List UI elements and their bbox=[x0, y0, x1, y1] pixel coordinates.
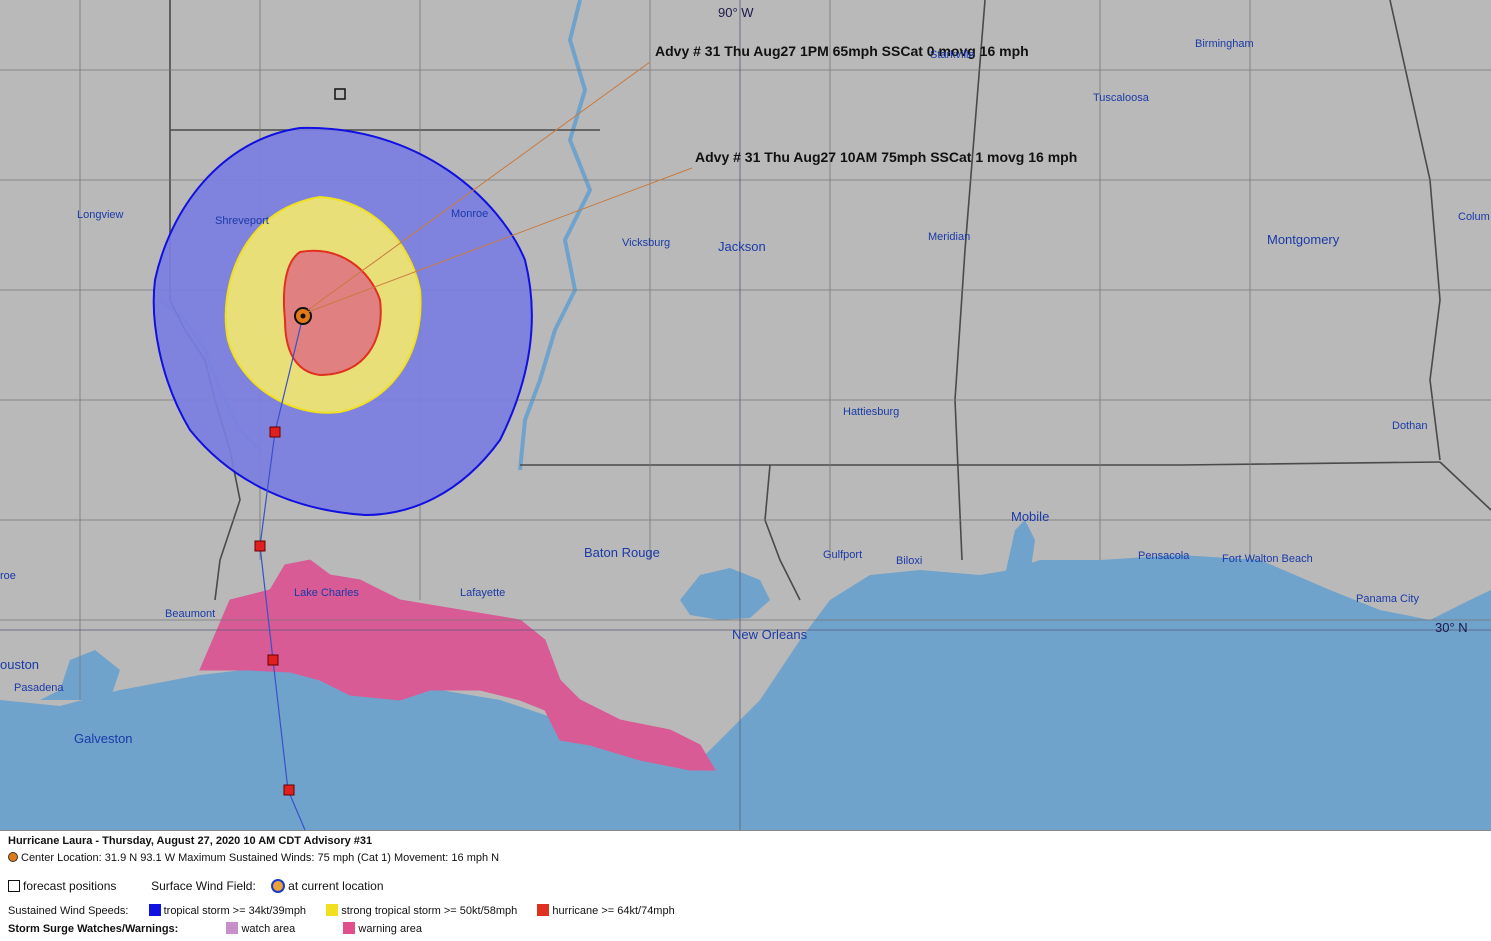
city-label: Fort Walton Beach bbox=[1222, 553, 1313, 565]
forecast-row: forecast positions Surface Wind Field: a… bbox=[8, 879, 384, 893]
city-label: Starkville bbox=[930, 49, 975, 61]
strong-tropical-storm-swatch bbox=[326, 904, 339, 916]
map-canvas[interactable]: Advy # 31 Thu Aug27 1PM 65mph SSCat 0 mo… bbox=[0, 0, 1491, 830]
city-label: Monroe bbox=[451, 208, 489, 220]
legend-panel: Hurricane Laura - Thursday, August 27, 2… bbox=[0, 830, 1491, 941]
city-label: Vicksburg bbox=[622, 237, 671, 249]
city-label: Birmingham bbox=[1195, 38, 1254, 50]
mississippi-river bbox=[518, 0, 593, 471]
city-label: Lake Charles bbox=[294, 587, 359, 599]
city-label: New Orleans bbox=[732, 627, 808, 642]
city-label: roe bbox=[0, 570, 16, 582]
city-label: Tuscaloosa bbox=[1093, 92, 1149, 104]
mobile-bay bbox=[1005, 520, 1035, 575]
city-label: ouston bbox=[0, 657, 40, 672]
advisory-label-10am: Advy # 31 Thu Aug27 10AM 75mph SSCat 1 m… bbox=[695, 149, 1078, 165]
current-location-legend-icon bbox=[271, 879, 286, 893]
city-label: Baton Rouge bbox=[584, 545, 660, 560]
city-label: Gulfport bbox=[823, 549, 863, 561]
city-label: Beaumont bbox=[165, 608, 216, 620]
city-label: Montgomery bbox=[1267, 232, 1340, 247]
city-label: Biloxi bbox=[896, 555, 923, 567]
sustained-wind-row: Sustained Wind Speeds: tropical storm >=… bbox=[8, 904, 675, 917]
storm-surge-row: Storm Surge Watches/Warnings: watch area… bbox=[8, 922, 422, 935]
city-label: Dothan bbox=[1392, 420, 1428, 432]
watch-area-swatch bbox=[226, 922, 239, 934]
city-label: Galveston bbox=[74, 731, 133, 746]
longitude-label: 90° W bbox=[718, 5, 754, 20]
forecast-position-icon bbox=[8, 880, 20, 892]
map-graphics bbox=[0, 0, 1491, 830]
city-label: Pensacola bbox=[1138, 550, 1190, 562]
city-label: Hattiesburg bbox=[843, 406, 900, 418]
city-label: Jackson bbox=[718, 239, 766, 254]
city-label: Shreveport bbox=[215, 215, 269, 227]
center-location-icon bbox=[8, 852, 18, 862]
legend-title: Hurricane Laura - Thursday, August 27, 2… bbox=[8, 835, 373, 847]
city-label: Lafayette bbox=[460, 587, 506, 599]
latitude-label: 30° N bbox=[1435, 620, 1468, 635]
hurricane-swatch bbox=[537, 904, 550, 916]
tropical-storm-swatch bbox=[148, 904, 161, 916]
forecast-position-marker bbox=[334, 88, 346, 100]
warning-area-swatch bbox=[343, 922, 356, 934]
center-location-row: Center Location: 31.9 N 93.1 W Maximum S… bbox=[8, 852, 499, 864]
lake-pontchartrain bbox=[680, 568, 770, 620]
city-label: Meridian bbox=[928, 231, 971, 243]
city-label: Colum bbox=[1458, 211, 1490, 223]
city-label: Panama City bbox=[1356, 593, 1419, 605]
city-label: Longview bbox=[77, 209, 124, 221]
city-label: Mobile bbox=[1011, 509, 1050, 524]
city-label: Pasadena bbox=[14, 682, 64, 694]
